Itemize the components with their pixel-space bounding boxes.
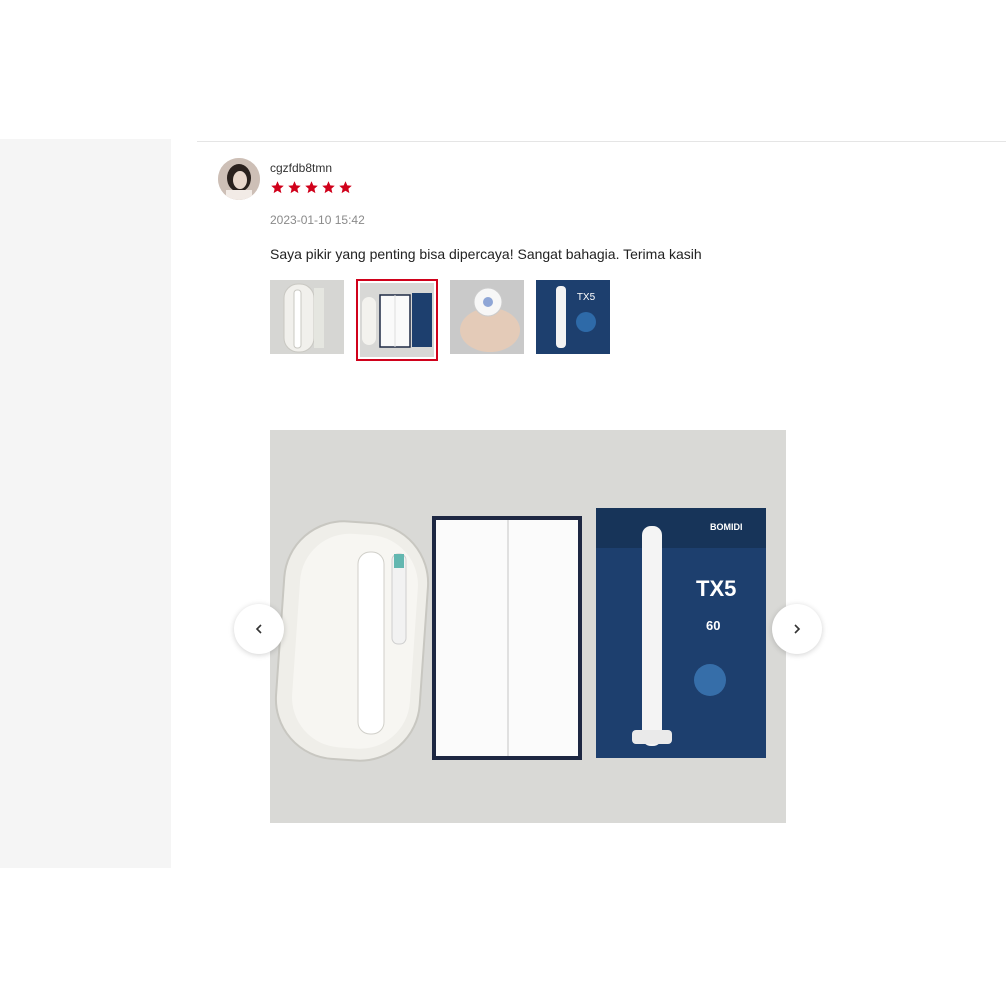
thumbnail-3[interactable] [450,280,524,354]
thumbnail-strip: TX5 [270,279,622,361]
thumbnail-image [360,283,434,357]
star-icon [339,181,352,194]
star-icon [271,181,284,194]
thumbnail-image [270,280,344,354]
thumbnail-1[interactable] [270,280,344,354]
previous-image-button[interactable] [234,604,284,654]
image-viewer: BOMIDI TX5 60 [270,430,786,823]
avatar[interactable] [218,158,260,200]
star-icon [322,181,335,194]
chevron-right-icon [794,624,801,634]
review-timestamp: 2023-01-10 15:42 [270,213,365,227]
thumbnail-image [450,280,524,354]
box-model-label: TX5 [696,576,736,601]
left-panel [0,139,171,868]
thumbnail-image: TX5 [536,280,610,354]
chevron-left-icon [255,624,262,634]
review-comment: Saya pikir yang penting bisa dipercaya! … [270,246,702,262]
box-brand-text: BOMIDI [710,522,743,532]
avatar-image [218,158,260,200]
star-icon [288,181,301,194]
rating-stars [270,180,353,195]
username[interactable]: cgzfdb8tmn [270,161,332,175]
thumbnail-2[interactable] [356,279,438,361]
box-model-text: TX5 [577,292,596,303]
star-icon [305,181,318,194]
divider [197,141,1006,142]
viewer-image: BOMIDI TX5 60 [270,430,786,823]
next-image-button[interactable] [772,604,822,654]
box-badge-text: 60 [706,618,720,633]
thumbnail-4[interactable]: TX5 [536,280,610,354]
